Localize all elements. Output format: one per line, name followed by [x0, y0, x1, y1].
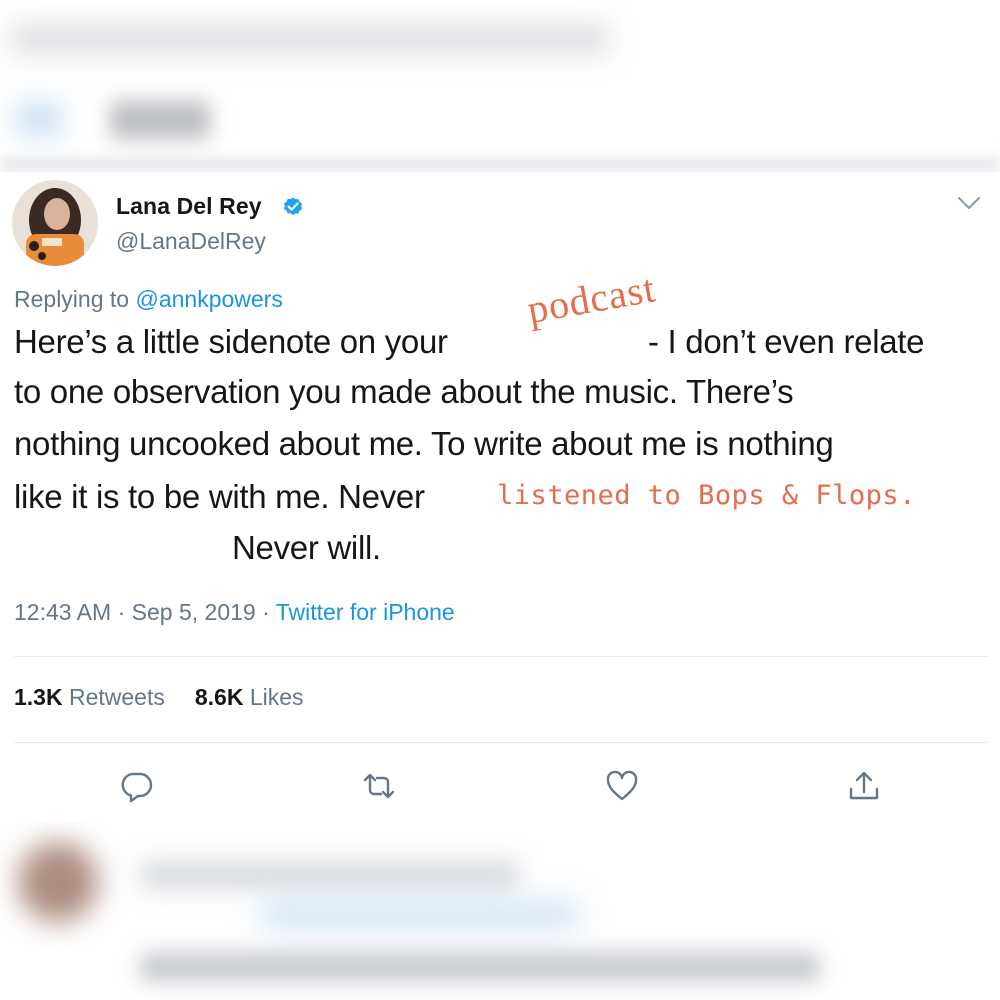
tweet-text-line: Here’s a little sidenote on your [14, 323, 448, 360]
likes-label: Likes [249, 684, 304, 710]
tweet-time[interactable]: 12:43 AM [14, 599, 111, 625]
divider [14, 656, 988, 657]
likes-count: 8.6K [194, 684, 244, 710]
replying-to-label: Replying to [14, 286, 130, 312]
user-handle[interactable]: @LanaDelRey [116, 228, 266, 255]
heart-icon[interactable] [604, 768, 640, 804]
blurred-header [0, 0, 1000, 172]
retweets-count: 1.3K [14, 684, 63, 710]
avatar[interactable] [12, 180, 98, 266]
tweet-text-line: - I don’t even relate [648, 323, 925, 360]
likes-stat[interactable]: 8.6K Likes [195, 684, 304, 710]
tweet-date[interactable]: Sep 5, 2019 [132, 599, 256, 625]
tweet-stats: 1.3K Retweets 8.6K Likes [14, 684, 304, 711]
share-icon[interactable] [846, 768, 882, 804]
tweet-text-line: to one observation you made about the mu… [14, 373, 794, 410]
retweets-stat[interactable]: 1.3K Retweets [14, 684, 165, 710]
meta-separator: · [262, 599, 270, 625]
chevron-down-icon[interactable] [956, 193, 982, 213]
tweet-text-line: Never will. [232, 529, 381, 566]
meta-separator: · [117, 599, 126, 625]
reply-to-link[interactable]: @annkpowers [135, 286, 282, 312]
reply-icon[interactable] [118, 768, 154, 804]
tweet-source-link[interactable]: Twitter for iPhone [276, 599, 455, 625]
blurred-next-tweet [0, 822, 1000, 1000]
tweet-text-line: nothing uncooked about me. To write abou… [14, 425, 834, 462]
divider [14, 742, 988, 743]
tweet-screenshot: Lana Del Rey @LanaDelRey Replying to @an… [0, 0, 1000, 1000]
overlay-text-bops-and-flops: listened to Bops & Flops. [497, 480, 916, 511]
retweet-icon[interactable] [361, 768, 397, 804]
tweet-text-line: like it is to be with me. Never [14, 478, 425, 515]
display-name[interactable]: Lana Del Rey [116, 193, 262, 220]
tweet-meta: 12:43 AM · Sep 5, 2019 · Twitter for iPh… [14, 599, 455, 626]
overlay-text-podcast: podcast [524, 265, 660, 333]
verified-badge-icon [281, 196, 305, 220]
replying-to: Replying to @annkpowers [14, 286, 283, 313]
retweets-label: Retweets [68, 684, 165, 710]
